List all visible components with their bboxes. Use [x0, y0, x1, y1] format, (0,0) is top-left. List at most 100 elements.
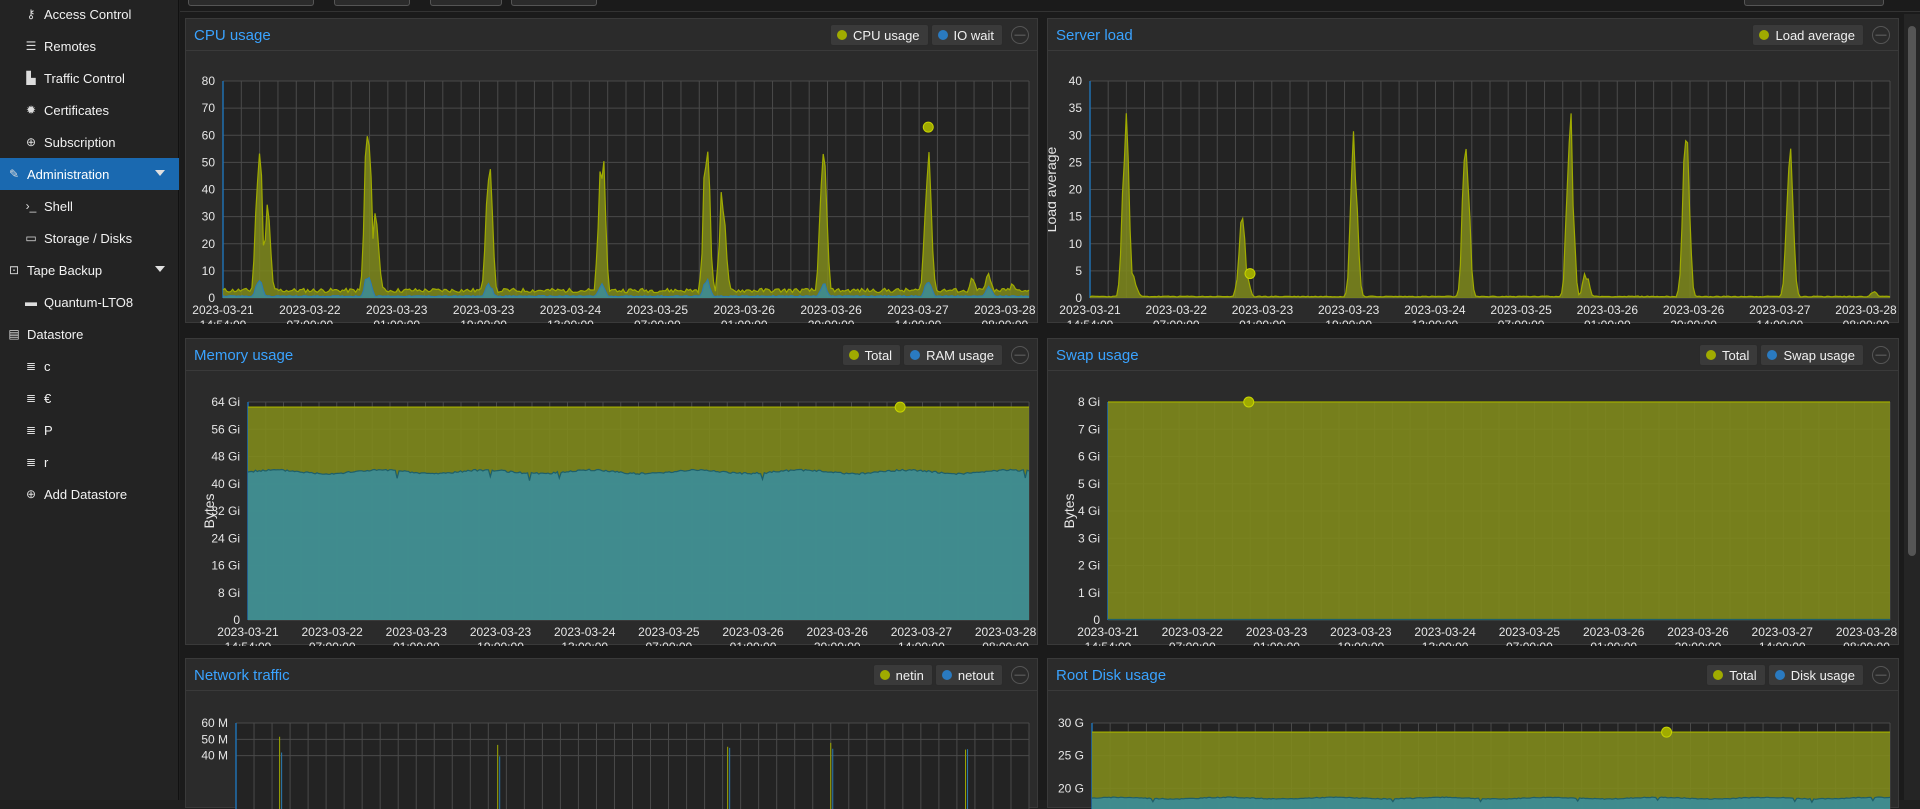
legend-cpu-usage[interactable]: CPU usage — [830, 24, 929, 46]
sidebar-item-label: Tape Backup — [27, 262, 103, 278]
y-tick-label: 30 — [202, 210, 216, 224]
x-tick-label: 2023-03-28 — [974, 303, 1036, 317]
y-tick-label: 40 M — [201, 749, 228, 763]
sidebar-item-certificates[interactable]: ✹ Certificates — [0, 94, 179, 126]
highlight-point — [894, 401, 906, 413]
dashboard-main: CPU usage CPU usage IO wait — 0 10 20 30 40 5… — [180, 0, 1920, 809]
x-tick-label: 08:00:00 — [982, 640, 1029, 646]
sidebar-item-traffic-control[interactable]: ▙ Traffic Control — [0, 62, 179, 94]
legend-dot-icon — [910, 350, 921, 360]
legend-total[interactable]: Total — [1698, 344, 1759, 366]
panel-header: Memory usage Total RAM usage — — [186, 339, 1037, 371]
lifebuoy-icon: ⊕ — [25, 135, 37, 149]
scrollbar-thumb[interactable] — [1908, 26, 1916, 556]
legend-label: CPU usage — [853, 27, 920, 43]
x-tick-label: 07:00:00 — [287, 318, 334, 324]
panel-header: CPU usage CPU usage IO wait — — [186, 19, 1037, 51]
toolbar-button-4[interactable] — [511, 0, 597, 6]
minus-circle-icon[interactable]: — — [1872, 26, 1890, 44]
y-axis-label: Load average — [1048, 146, 1059, 232]
x-tick-label: 07:00:00 — [1169, 640, 1216, 646]
y-tick-label: 3 Gi — [1078, 531, 1100, 545]
x-tick-label: 01:00:00 — [1253, 640, 1300, 646]
sidebar-item-administration[interactable]: ✎ Administration — [0, 158, 179, 190]
tape-icon: ⊡ — [8, 263, 20, 277]
y-tick-label: 50 — [202, 155, 216, 169]
toolbar-button-3[interactable] — [430, 0, 502, 6]
sidebar-item-datastore[interactable]: ▤ Datastore — [0, 318, 179, 350]
minus-circle-icon[interactable]: — — [1011, 346, 1029, 364]
y-tick-label: 30 — [1069, 128, 1083, 142]
sidebar-item-r[interactable]: ≣ r — [0, 446, 179, 478]
legend-total[interactable]: Total — [1706, 664, 1766, 686]
chart-legend: Total Disk usage — — [1706, 664, 1890, 686]
minus-circle-icon[interactable]: — — [1872, 666, 1890, 684]
legend-dot-icon — [1713, 670, 1724, 680]
sidebar-item-quantum-lto8[interactable]: ▬ Quantum-LTO8 — [0, 286, 179, 318]
sidebar-item-add-datastore[interactable]: ⊕ Add Datastore — [0, 478, 179, 510]
sidebar-item-[interactable]: ≣ € — [0, 382, 179, 414]
y-tick-label: 60 M — [201, 716, 228, 730]
sidebar-item-c[interactable]: ≣ c — [0, 350, 179, 382]
vertical-scrollbar[interactable] — [1904, 14, 1920, 800]
x-tick-label: 13:00:00 — [1412, 318, 1459, 324]
minus-circle-icon[interactable]: — — [1011, 666, 1029, 684]
legend-label: netin — [895, 667, 924, 683]
legend-netout[interactable]: netout — [934, 664, 1003, 686]
y-tick-label: 15 — [1069, 210, 1083, 224]
sidebar-item-shell[interactable]: ›_ Shell — [0, 190, 179, 222]
legend-netin[interactable]: netin — [872, 664, 933, 686]
consolidation-button[interactable] — [334, 0, 410, 6]
x-tick-label: 2023-03-28 — [1836, 625, 1898, 639]
caret-down-icon[interactable] — [155, 266, 165, 272]
x-tick-label: 14:00:00 — [895, 318, 942, 324]
x-tick-label: 2023-03-23 — [453, 303, 515, 317]
timeframe-button[interactable] — [188, 0, 314, 6]
legend-io-wait[interactable]: IO wait — [930, 24, 1003, 46]
x-tick-label: 2023-03-24 — [540, 303, 602, 317]
legend-ram-usage[interactable]: RAM usage — [903, 344, 1003, 366]
database-icon: ≣ — [25, 455, 37, 469]
legend-load-average[interactable]: Load average — [1752, 24, 1864, 46]
sidebar-item-remotes[interactable]: ☰ Remotes — [0, 30, 179, 62]
sidebar-item-label: Datastore — [27, 326, 84, 342]
toolbar-button-right[interactable] — [1744, 0, 1884, 6]
sidebar-item-p[interactable]: ≣ P — [0, 414, 179, 446]
y-tick-label: 50 M — [201, 732, 228, 746]
highlight-point — [1243, 396, 1255, 408]
panel-header: Server load Load average — — [1048, 19, 1898, 51]
sidebar-item-storage-disks[interactable]: ▭ Storage / Disks — [0, 222, 179, 254]
x-tick-label: 2023-03-22 — [1146, 303, 1208, 317]
chart-legend: Total Swap usage — — [1698, 344, 1890, 366]
sidebar-item-subscription[interactable]: ⊕ Subscription — [0, 126, 179, 158]
panel-title: Memory usage — [194, 347, 294, 364]
legend-swap-usage[interactable]: Swap usage — [1760, 344, 1864, 366]
legend-disk-usage[interactable]: Disk usage — [1767, 664, 1864, 686]
swap-usage-chart: 01 Gi2 Gi3 Gi4 Gi5 Gi6 Gi7 Gi8 GiBytes20… — [1061, 395, 1898, 646]
x-tick-label: 2023-03-26 — [722, 625, 784, 639]
y-tick-label: 8 Gi — [218, 586, 240, 600]
y-tick-label: 7 Gi — [1078, 422, 1100, 436]
minus-circle-icon[interactable]: — — [1872, 346, 1890, 364]
minus-circle-icon[interactable]: — — [1011, 26, 1029, 44]
x-tick-label: 07:00:00 — [1506, 640, 1553, 646]
y-tick-label: 64 Gi — [211, 395, 240, 409]
tape-drive-icon: ▬ — [25, 295, 37, 309]
sidebar-item-label: Access Control — [44, 6, 132, 22]
y-axis-label: Bytes — [1061, 493, 1077, 528]
x-tick-label: 14:00:00 — [1756, 318, 1803, 324]
x-tick-label: 2023-03-23 — [1318, 303, 1380, 317]
sidebar-item-access-control[interactable]: ⚷ Access Control — [0, 0, 179, 30]
x-tick-label: 14:00:00 — [898, 640, 945, 646]
sidebar-item-tape-backup[interactable]: ⊡ Tape Backup — [0, 254, 179, 286]
y-tick-label: 70 — [202, 101, 216, 115]
x-tick-label: 2023-03-25 — [627, 303, 689, 317]
legend-total[interactable]: Total — [841, 344, 902, 366]
x-tick-label: 2023-03-24 — [1404, 303, 1466, 317]
series-area-usage — [248, 469, 1029, 620]
y-tick-label: 56 Gi — [211, 422, 240, 436]
caret-down-icon[interactable] — [155, 170, 165, 176]
memory-usage-chart: 08 Gi16 Gi24 Gi32 Gi40 Gi48 Gi56 Gi64 Gi… — [201, 395, 1037, 646]
bar-chart-icon: ▙ — [26, 71, 36, 85]
terminal-icon: ›_ — [25, 199, 37, 213]
